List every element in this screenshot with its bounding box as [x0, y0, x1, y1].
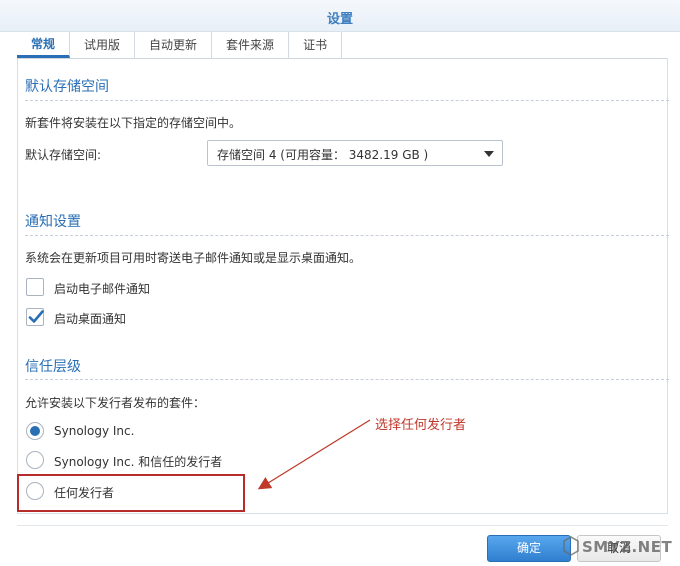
trust-synology-trusted-radio[interactable]	[26, 451, 44, 469]
annotation-text: 选择任何发行者	[375, 418, 467, 433]
window-titlebar: 设置	[0, 0, 680, 32]
checkmark-icon	[28, 310, 44, 323]
storage-volume-value: 存储空间 4 (可用容量： 3482.19 GB )	[217, 148, 429, 162]
notification-section-title: 通知设置	[25, 214, 81, 230]
tab-trial[interactable]: 试用版	[70, 32, 136, 58]
storage-field-label: 默认存储空间:	[25, 148, 102, 162]
tab-auto-update[interactable]: 自动更新	[135, 32, 213, 58]
tab-general[interactable]: 常规	[17, 32, 71, 58]
window-title: 设置	[326, 12, 353, 27]
tab-package-sources[interactable]: 套件来源	[212, 32, 290, 58]
storage-divider	[25, 100, 669, 101]
trust-synology-radio[interactable]	[26, 422, 44, 440]
notification-description: 系统会在更新项目可用时寄送电子邮件通知或是显示桌面通知。	[25, 251, 362, 265]
storage-section-title: 默认存储空间	[25, 79, 109, 95]
desktop-notification-label: 启动桌面通知	[54, 312, 127, 326]
tab-certificate[interactable]: 证书	[289, 32, 343, 58]
email-notification-label: 启动电子邮件通知	[54, 282, 151, 296]
watermark: SMYZ.NET	[560, 532, 672, 562]
trust-synology-trusted-label: Synology Inc. 和信任的发行者	[54, 455, 223, 469]
watermark-logo-icon	[563, 536, 579, 556]
chevron-down-icon	[484, 151, 494, 157]
trust-description: 允许安装以下发行者发布的套件：	[25, 396, 206, 410]
trust-section-title: 信任层级	[25, 359, 81, 375]
ok-button[interactable]: 确定	[487, 535, 571, 562]
notification-divider	[25, 235, 669, 236]
trust-divider	[25, 379, 669, 380]
watermark-text: SMYZ.NET	[582, 538, 673, 556]
footer-divider	[17, 525, 668, 526]
trust-synology-label: Synology Inc.	[54, 424, 135, 438]
desktop-notification-checkbox[interactable]	[26, 308, 44, 326]
email-notification-checkbox[interactable]	[26, 278, 44, 296]
annotation-highlight-box	[17, 474, 245, 512]
storage-volume-select[interactable]: 存储空间 4 (可用容量： 3482.19 GB )	[207, 140, 503, 166]
storage-description: 新套件将安装在以下指定的存储空间中。	[25, 116, 242, 130]
tab-bar: 常规 试用版 自动更新 套件来源 证书	[17, 32, 343, 58]
